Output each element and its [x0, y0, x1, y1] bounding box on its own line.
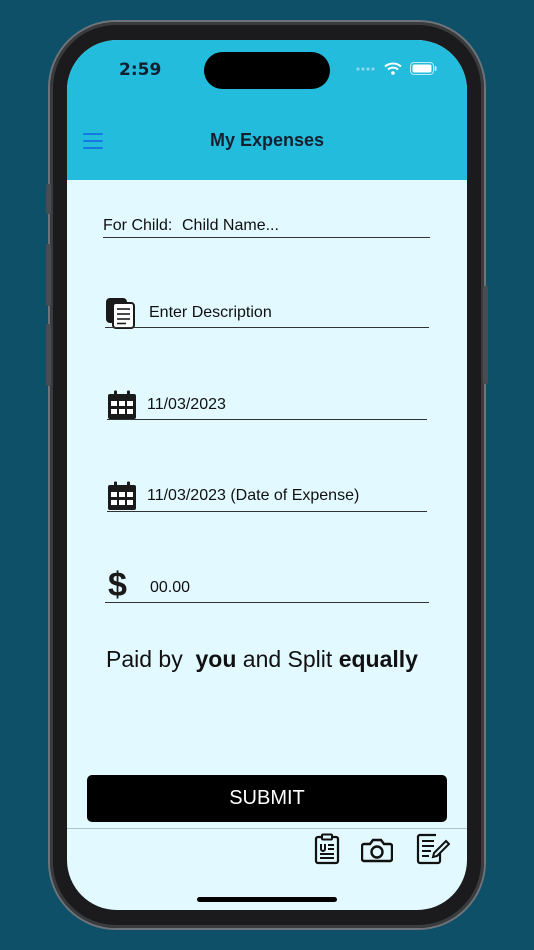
page-title: My Expenses	[209, 130, 325, 150]
action-button	[46, 184, 51, 214]
child-name-placeholder: Child Name...	[182, 217, 279, 234]
payer-selector[interactable]: you	[196, 646, 237, 672]
clipboard-icon[interactable]	[314, 833, 340, 870]
volume-up-button	[46, 244, 51, 306]
date-value: 11/03/2023	[147, 396, 226, 413]
split-summary: Paid by you and Split equally	[106, 646, 418, 673]
wifi-icon	[384, 62, 402, 75]
amount-value: 00.00	[150, 579, 191, 596]
power-button	[483, 286, 488, 384]
volume-down-button	[46, 324, 51, 386]
status-bar: 2:59	[67, 40, 467, 102]
child-name-field[interactable]: For Child: Child Name...	[103, 216, 430, 238]
app-screen: 2:59 My Expenses For Child: Child Name..…	[67, 40, 467, 910]
expense-date-value: 11/03/2023 (Date of Expense)	[147, 487, 360, 504]
home-indicator[interactable]	[197, 897, 337, 902]
description-field[interactable]: Enter Description	[105, 303, 429, 328]
split-method-selector[interactable]: equally	[339, 646, 418, 672]
expense-date-field[interactable]: 11/03/2023 (Date of Expense)	[107, 487, 427, 512]
edit-note-icon[interactable]	[416, 833, 451, 870]
date-field[interactable]: 11/03/2023	[107, 396, 427, 420]
app-header: My Expenses	[67, 102, 467, 180]
description-placeholder: Enter Description	[149, 304, 272, 321]
split-middle: and Split	[242, 646, 333, 672]
signal-icon	[356, 66, 375, 71]
amount-field[interactable]: 00.00	[105, 579, 429, 603]
child-field-label: For Child:	[103, 217, 173, 234]
dynamic-island	[204, 52, 330, 89]
battery-icon	[410, 62, 437, 75]
status-time: 2:59	[119, 60, 162, 80]
split-prefix: Paid by	[106, 646, 183, 672]
camera-icon[interactable]	[360, 837, 394, 868]
status-icons	[356, 62, 437, 75]
bottom-divider	[67, 828, 467, 829]
submit-button[interactable]: SUBMIT	[87, 775, 447, 822]
